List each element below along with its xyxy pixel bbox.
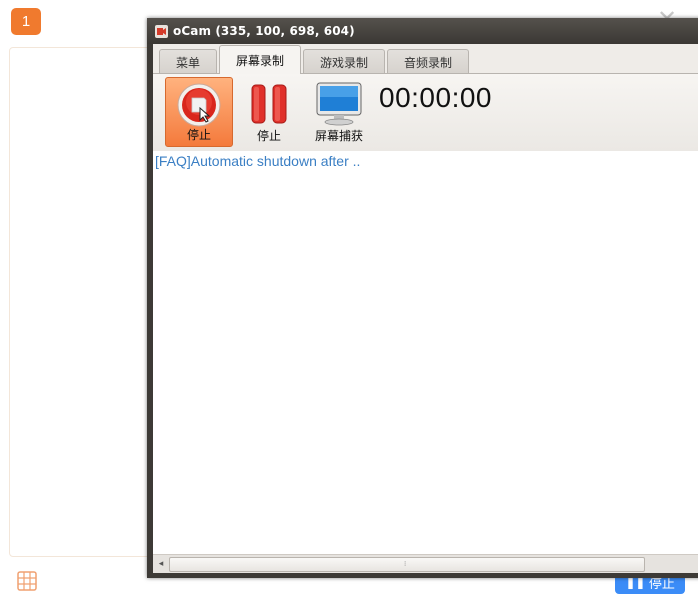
horizontal-scrollbar[interactable]: ◂ ⁞ bbox=[153, 554, 698, 573]
title-bar[interactable]: oCam (335, 100, 698, 604) bbox=[147, 18, 698, 44]
faq-link[interactable]: [FAQ]Automatic shutdown after .. bbox=[155, 153, 360, 169]
content-area: [FAQ]Automatic shutdown after .. bbox=[153, 151, 698, 555]
ocam-window: oCam (335, 100, 698, 604) 菜单 屏幕录制 游戏录制 音… bbox=[147, 18, 698, 578]
ocam-logo-icon bbox=[155, 24, 168, 38]
record-stop-icon bbox=[176, 82, 222, 131]
record-stop-button[interactable]: 停止 bbox=[165, 77, 233, 147]
recording-timer: 00:00:00 bbox=[379, 82, 492, 113]
page-number-badge[interactable]: 1 bbox=[11, 8, 41, 35]
tab-audio-record[interactable]: 音频录制 bbox=[387, 49, 470, 74]
grid-icon[interactable] bbox=[16, 570, 38, 592]
pause-icon bbox=[249, 81, 289, 130]
grip-icon: ⁞ bbox=[404, 560, 407, 568]
tab-bar: 菜单 屏幕录制 游戏录制 音频录制 bbox=[153, 44, 698, 74]
tab-menu[interactable]: 菜单 bbox=[159, 49, 218, 74]
ocam-body: 菜单 屏幕录制 游戏录制 音频录制 停止 停止 屏幕捕获 00:00:00 [F… bbox=[153, 44, 698, 573]
window-title: oCam (335, 100, 698, 604) bbox=[173, 24, 355, 38]
screen-capture-button[interactable]: 屏幕捕获 bbox=[305, 77, 373, 147]
scroll-left-icon[interactable]: ◂ bbox=[155, 558, 167, 570]
pause-button[interactable]: 停止 bbox=[235, 77, 303, 147]
tab-screen-record[interactable]: 屏幕录制 bbox=[219, 45, 302, 74]
monitor-icon bbox=[314, 81, 364, 130]
toolbar: 停止 停止 屏幕捕获 00:00:00 bbox=[153, 73, 698, 152]
scrollbar-thumb[interactable]: ⁞ bbox=[169, 557, 645, 572]
tab-game-record[interactable]: 游戏录制 bbox=[303, 49, 386, 74]
